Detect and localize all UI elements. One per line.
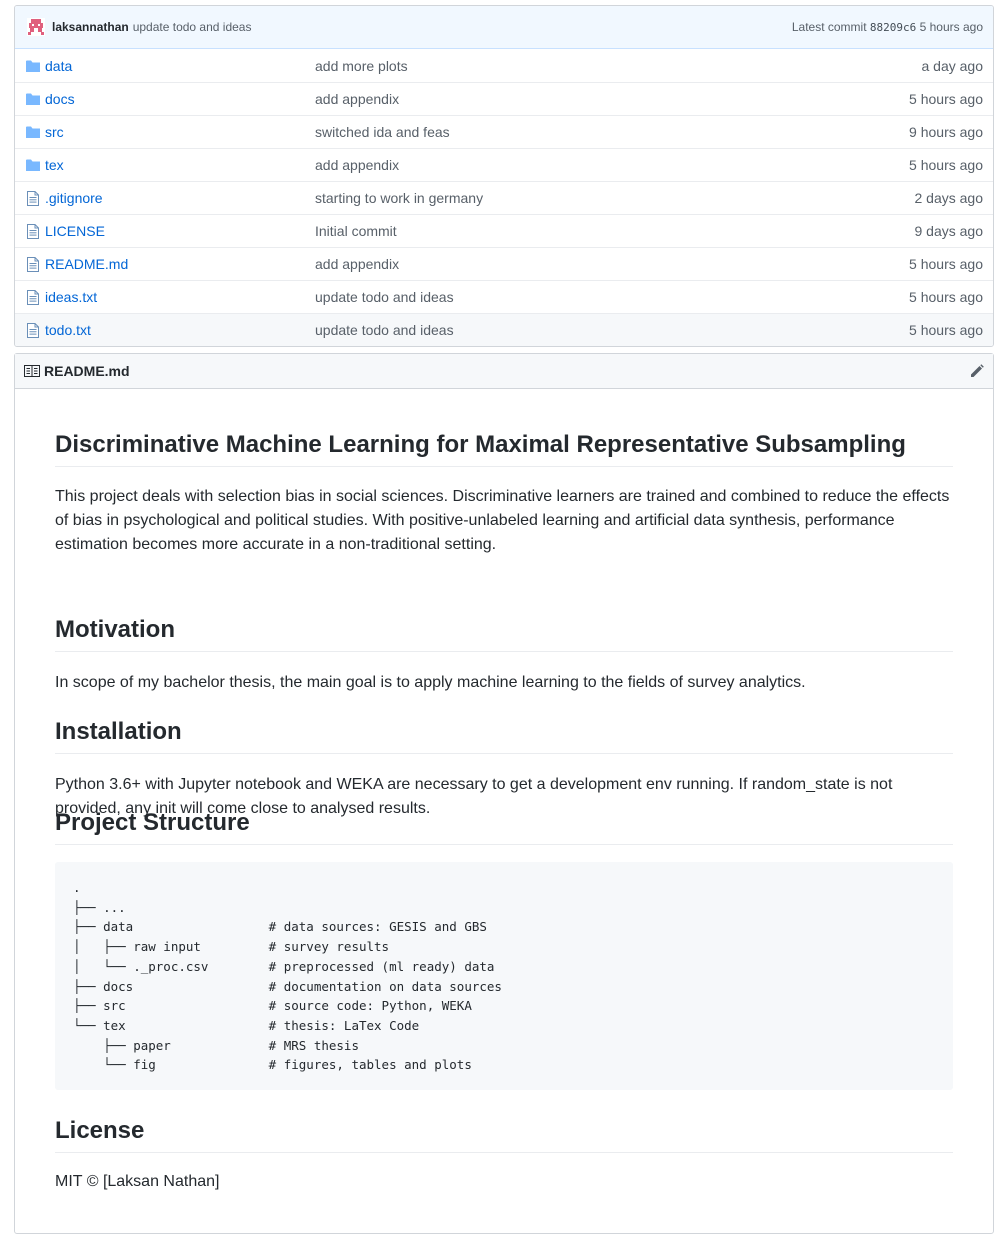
file-commit-message-link[interactable]: add appendix — [315, 256, 909, 272]
readme-intro: This project deals with selection bias i… — [55, 488, 950, 553]
file-name-link[interactable]: docs — [45, 91, 315, 107]
file-commit-age: 5 hours ago — [909, 91, 983, 107]
latest-commit-bar: laksannathan update todo and ideas Lates… — [15, 6, 993, 49]
folder-icon — [25, 124, 41, 140]
readme-panel: README.md Discriminative Machine Learnin… — [14, 353, 994, 1234]
folder-icon — [25, 157, 41, 173]
pencil-icon[interactable] — [969, 363, 985, 379]
motivation-text: In scope of my bachelor thesis, the main… — [55, 674, 806, 691]
file-commit-message-link[interactable]: add appendix — [315, 157, 909, 173]
license-heading: License — [55, 1116, 953, 1153]
file-icon — [25, 289, 41, 305]
file-row[interactable]: .gitignore starting to work in germany 2 d… — [15, 181, 993, 214]
commit-sha-link[interactable]: 88209c6 — [870, 21, 916, 34]
file-commit-message-link[interactable]: add more plots — [315, 58, 922, 74]
file-name-link[interactable]: src — [45, 124, 315, 140]
file-name-link[interactable]: ideas.txt — [45, 289, 315, 305]
file-commit-message-link[interactable]: Initial commit — [315, 223, 915, 239]
file-row[interactable]: src switched ida and feas 9 hours ago — [15, 115, 993, 148]
file-commit-age: 5 hours ago — [909, 289, 983, 305]
file-commit-message-link[interactable]: add appendix — [315, 91, 909, 107]
readme-header: README.md — [15, 354, 993, 389]
project-structure-heading: Project Structure — [55, 808, 953, 845]
file-commit-age: 5 hours ago — [909, 256, 983, 272]
file-row[interactable]: ideas.txt update todo and ideas 5 hours ag… — [15, 280, 993, 313]
file-commit-message-link[interactable]: update todo and ideas — [315, 289, 909, 305]
file-commit-age: 5 hours ago — [909, 322, 983, 338]
folder-icon — [25, 58, 41, 74]
folder-icon — [25, 91, 41, 107]
motivation-heading: Motivation — [55, 615, 953, 652]
latest-commit-label: Latest commit — [791, 20, 867, 34]
readme-filename: README.md — [44, 363, 130, 379]
file-commit-message-link[interactable]: update todo and ideas — [315, 322, 909, 338]
installation-heading: Installation — [55, 717, 953, 754]
file-list: data add more plots a day ago docs add appen… — [15, 49, 993, 346]
file-name-link[interactable]: README.md — [45, 256, 315, 272]
commit-message-link[interactable]: update todo and ideas — [133, 20, 252, 34]
readme-title: Discriminative Machine Learning for Maxi… — [55, 430, 953, 467]
file-name-link[interactable]: data — [45, 58, 315, 74]
file-icon — [25, 190, 41, 206]
commit-age: 5 hours ago — [919, 20, 983, 34]
file-browser: laksannathan update todo and ideas Lates… — [14, 5, 994, 347]
file-row[interactable]: README.md add appendix 5 hours ago — [15, 247, 993, 280]
file-row[interactable]: tex add appendix 5 hours ago — [15, 148, 993, 181]
file-commit-message-link[interactable]: starting to work in germany — [315, 190, 915, 206]
file-row[interactable]: data add more plots a day ago — [15, 49, 993, 82]
license-text: MIT © [Laksan Nathan] — [55, 1173, 220, 1190]
file-row[interactable]: docs add appendix 5 hours ago — [15, 82, 993, 115]
file-row[interactable]: todo.txt update todo and ideas 5 hours ago — [15, 313, 993, 346]
file-commit-age: 5 hours ago — [909, 157, 983, 173]
avatar[interactable] — [27, 18, 45, 36]
file-commit-age: 2 days ago — [914, 190, 984, 206]
book-icon — [24, 364, 40, 378]
file-commit-age: a day ago — [921, 57, 984, 74]
file-name-link[interactable]: todo.txt — [45, 322, 315, 338]
file-commit-age: 9 days ago — [914, 223, 984, 239]
file-row[interactable]: LICENSE Initial commit 9 days ago — [15, 214, 993, 247]
file-icon — [25, 256, 41, 272]
file-icon — [25, 322, 41, 338]
file-commit-message-link[interactable]: switched ida and feas — [315, 124, 909, 140]
file-name-link[interactable]: LICENSE — [45, 223, 315, 239]
file-icon — [25, 223, 41, 239]
file-name-link[interactable]: tex — [45, 157, 315, 173]
file-commit-age: 9 hours ago — [909, 124, 983, 140]
file-name-link[interactable]: .gitignore — [45, 190, 315, 206]
latest-commit-info: Latest commit 88209c6 5 hours ago — [792, 20, 983, 34]
project-structure-code: . ├── ... ├── data # data sources: GESIS… — [55, 862, 953, 1090]
commit-author-link[interactable]: laksannathan — [52, 20, 129, 34]
